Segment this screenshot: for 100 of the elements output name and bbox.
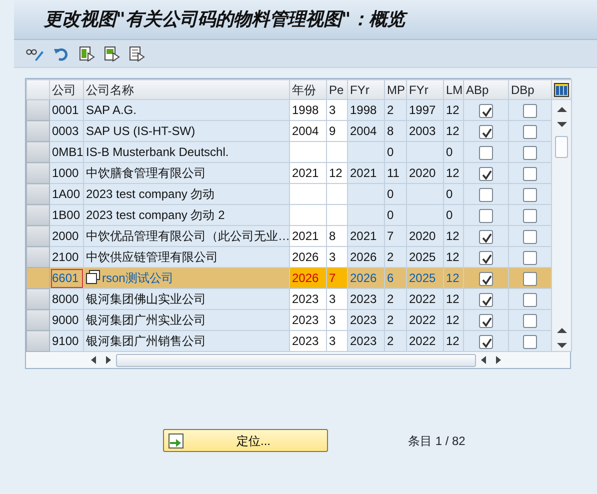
checkbox[interactable] bbox=[479, 104, 493, 118]
table-cell[interactable]: 3 bbox=[326, 310, 348, 330]
column-header[interactable]: FYr bbox=[348, 80, 384, 100]
checkbox[interactable] bbox=[523, 250, 537, 265]
table-cell: 2021 bbox=[348, 162, 384, 184]
table-cell: 2022 bbox=[406, 310, 444, 330]
undo-icon[interactable] bbox=[53, 46, 70, 62]
scroll-up-icon[interactable] bbox=[556, 325, 568, 335]
column-header[interactable]: Pe bbox=[326, 80, 348, 100]
checkbox[interactable] bbox=[479, 314, 493, 328]
checkbox[interactable] bbox=[523, 230, 537, 244]
position-button[interactable]: 定位... bbox=[163, 429, 328, 452]
table-cell[interactable]: 2004 bbox=[290, 120, 326, 142]
table-cell: 12 bbox=[444, 310, 464, 330]
table-cell: 12 bbox=[444, 246, 464, 268]
table-cell: 8 bbox=[384, 120, 406, 142]
table-cell: 银河集团广州销售公司 bbox=[84, 330, 290, 352]
checkbox[interactable] bbox=[479, 250, 493, 265]
checkbox[interactable] bbox=[523, 146, 537, 160]
column-header[interactable]: 公司 bbox=[50, 80, 84, 100]
table-cell: SAP A.G. bbox=[84, 100, 290, 120]
table-cell: 0 bbox=[444, 142, 464, 162]
table-cell[interactable]: 2026 bbox=[290, 246, 326, 268]
table-cell: 2003 bbox=[406, 120, 444, 142]
table-cell[interactable]: 9 bbox=[326, 120, 348, 142]
column-header[interactable]: ABp bbox=[464, 80, 508, 100]
table-cell: 12 bbox=[444, 162, 464, 184]
select-block-icon[interactable] bbox=[104, 46, 120, 62]
table-cell: 2023 test company 勿动 2 bbox=[84, 204, 290, 226]
table-cell[interactable]: 3 bbox=[326, 100, 348, 120]
table-cell: 2026 bbox=[348, 268, 384, 288]
table-cell[interactable]: 12 bbox=[326, 162, 348, 184]
table-cell: 2 bbox=[384, 310, 406, 330]
table-cell: 6 bbox=[384, 268, 406, 288]
table-cell: 2004 bbox=[348, 120, 384, 142]
checkbox[interactable] bbox=[479, 166, 493, 181]
table-cell: 0 bbox=[384, 204, 406, 226]
table-cell: 0 bbox=[444, 184, 464, 204]
horizontal-scrollbar[interactable] bbox=[116, 354, 476, 366]
checkbox[interactable] bbox=[479, 334, 493, 349]
table-cell: 1997 bbox=[406, 100, 444, 120]
checkbox[interactable] bbox=[523, 334, 537, 349]
select-all-icon[interactable] bbox=[78, 46, 95, 62]
checkbox[interactable] bbox=[523, 272, 537, 286]
table-cell: 12 bbox=[444, 268, 464, 288]
column-header[interactable]: LM bbox=[444, 80, 464, 100]
checkbox[interactable] bbox=[523, 166, 537, 181]
table-cell: 中饮供应链管理有限公司 bbox=[84, 246, 290, 268]
table-cell: 2 bbox=[384, 100, 406, 120]
checkbox[interactable] bbox=[523, 314, 537, 328]
deselect-icon[interactable] bbox=[129, 46, 146, 62]
checkbox[interactable] bbox=[479, 188, 493, 202]
checkbox[interactable] bbox=[523, 208, 537, 223]
checkbox[interactable] bbox=[523, 124, 537, 139]
table-cell: 9000 bbox=[50, 310, 84, 330]
table-cell: 银河集团佛山实业公司 bbox=[84, 288, 290, 310]
table-cell: 11 bbox=[384, 162, 406, 184]
table-cell[interactable]: 3 bbox=[326, 246, 348, 268]
column-header[interactable]: MP bbox=[384, 80, 406, 100]
table-cell: 2025 bbox=[406, 246, 444, 268]
table-cell[interactable]: 2021 bbox=[290, 162, 326, 184]
checkbox[interactable] bbox=[479, 124, 493, 139]
table-cell: 1000 bbox=[50, 162, 84, 184]
column-settings-icon[interactable] bbox=[554, 83, 569, 98]
table-cell: 2023 test company 勿动 bbox=[84, 184, 290, 204]
copy-icon bbox=[86, 270, 100, 284]
column-header[interactable]: DBp bbox=[508, 80, 552, 100]
table-cell: SAP US (IS-HT-SW) bbox=[84, 120, 290, 142]
table-cell: 中饮膳食管理有限公司 bbox=[84, 162, 290, 184]
scroll-down-icon[interactable] bbox=[556, 120, 568, 130]
table-cell: 2 bbox=[384, 246, 406, 268]
table-cell: 2 bbox=[384, 330, 406, 352]
table-cell: 6601 bbox=[50, 268, 84, 288]
table-cell: 0003 bbox=[50, 120, 84, 142]
table-cell[interactable]: 3 bbox=[326, 330, 348, 352]
vertical-scrollbar-thumb[interactable] bbox=[555, 136, 568, 158]
table-cell[interactable]: 2023 bbox=[290, 310, 326, 330]
table-cell: 12 bbox=[444, 226, 464, 246]
scroll-up-icon[interactable] bbox=[556, 104, 568, 114]
checkbox[interactable] bbox=[523, 104, 537, 118]
checkbox[interactable] bbox=[479, 292, 493, 307]
checkbox[interactable] bbox=[523, 188, 537, 202]
column-header[interactable]: 公司名称 bbox=[84, 80, 290, 100]
table-cell: 银河集团广州实业公司 bbox=[84, 310, 290, 330]
table-cell[interactable]: 2023 bbox=[290, 288, 326, 310]
table-cell[interactable]: 3 bbox=[326, 288, 348, 310]
table-cell[interactable]: 1998 bbox=[290, 100, 326, 120]
table-cell: 12 bbox=[444, 330, 464, 352]
checkbox[interactable] bbox=[479, 146, 493, 160]
checkbox[interactable] bbox=[479, 230, 493, 244]
column-header[interactable]: 年份 bbox=[290, 80, 326, 100]
checkbox[interactable] bbox=[523, 292, 537, 307]
table-cell[interactable]: 2023 bbox=[290, 330, 326, 352]
table-cell[interactable]: 2021 bbox=[290, 226, 326, 246]
table-cell-text: rson测试公司 bbox=[102, 271, 174, 285]
column-header[interactable]: FYr bbox=[406, 80, 444, 100]
table-cell[interactable]: 8 bbox=[326, 226, 348, 246]
checkbox[interactable] bbox=[479, 208, 493, 223]
checkbox[interactable] bbox=[479, 272, 493, 286]
table-cell: 2020 bbox=[406, 226, 444, 246]
